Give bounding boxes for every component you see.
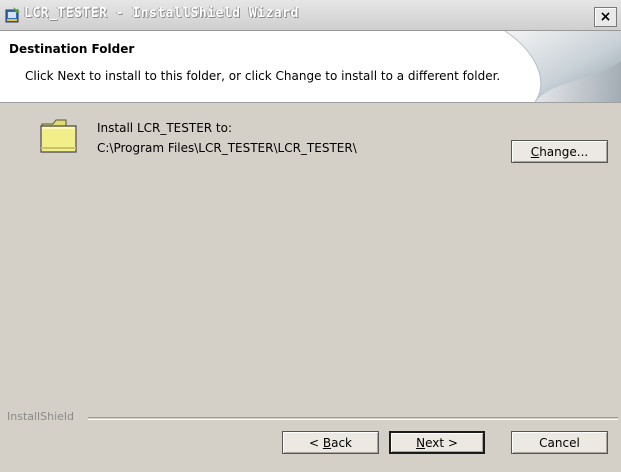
page-subtitle: Click Next to install to this folder, or… [25,69,501,83]
page-curl-graphic [504,31,621,102]
page-title: Destination Folder [9,42,135,56]
window-title: LCR_TESTER - InstallShield Wizard [24,6,299,21]
next-label-rest: ext > [425,436,458,450]
folder-icon [40,119,77,153]
close-icon: × [599,9,612,25]
close-button[interactable]: × [594,7,617,27]
footer-divider [88,417,618,420]
back-label-rest: ack [331,436,352,450]
title-bar[interactable]: LCR_TESTER - InstallShield Wizard × [0,0,621,31]
back-button[interactable]: < Back [282,431,379,454]
back-mnemonic: B [322,436,332,450]
next-mnemonic: N [416,436,426,450]
change-mnemonic: C [530,145,540,159]
change-button[interactable]: Change... [511,140,608,163]
install-location-label: Install LCR_TESTER to: [97,121,233,135]
change-label-rest: hange... [539,145,589,159]
installshield-brand: InstallShield [7,410,74,423]
installer-icon [5,7,20,23]
back-prefix: < [308,436,323,450]
cancel-button[interactable]: Cancel [511,431,608,454]
install-path: C:\Program Files\LCR_TESTER\LCR_TESTER\ [97,141,357,155]
next-button[interactable]: Next > [389,431,485,454]
wizard-header: Destination Folder Click Next to install… [0,31,621,103]
